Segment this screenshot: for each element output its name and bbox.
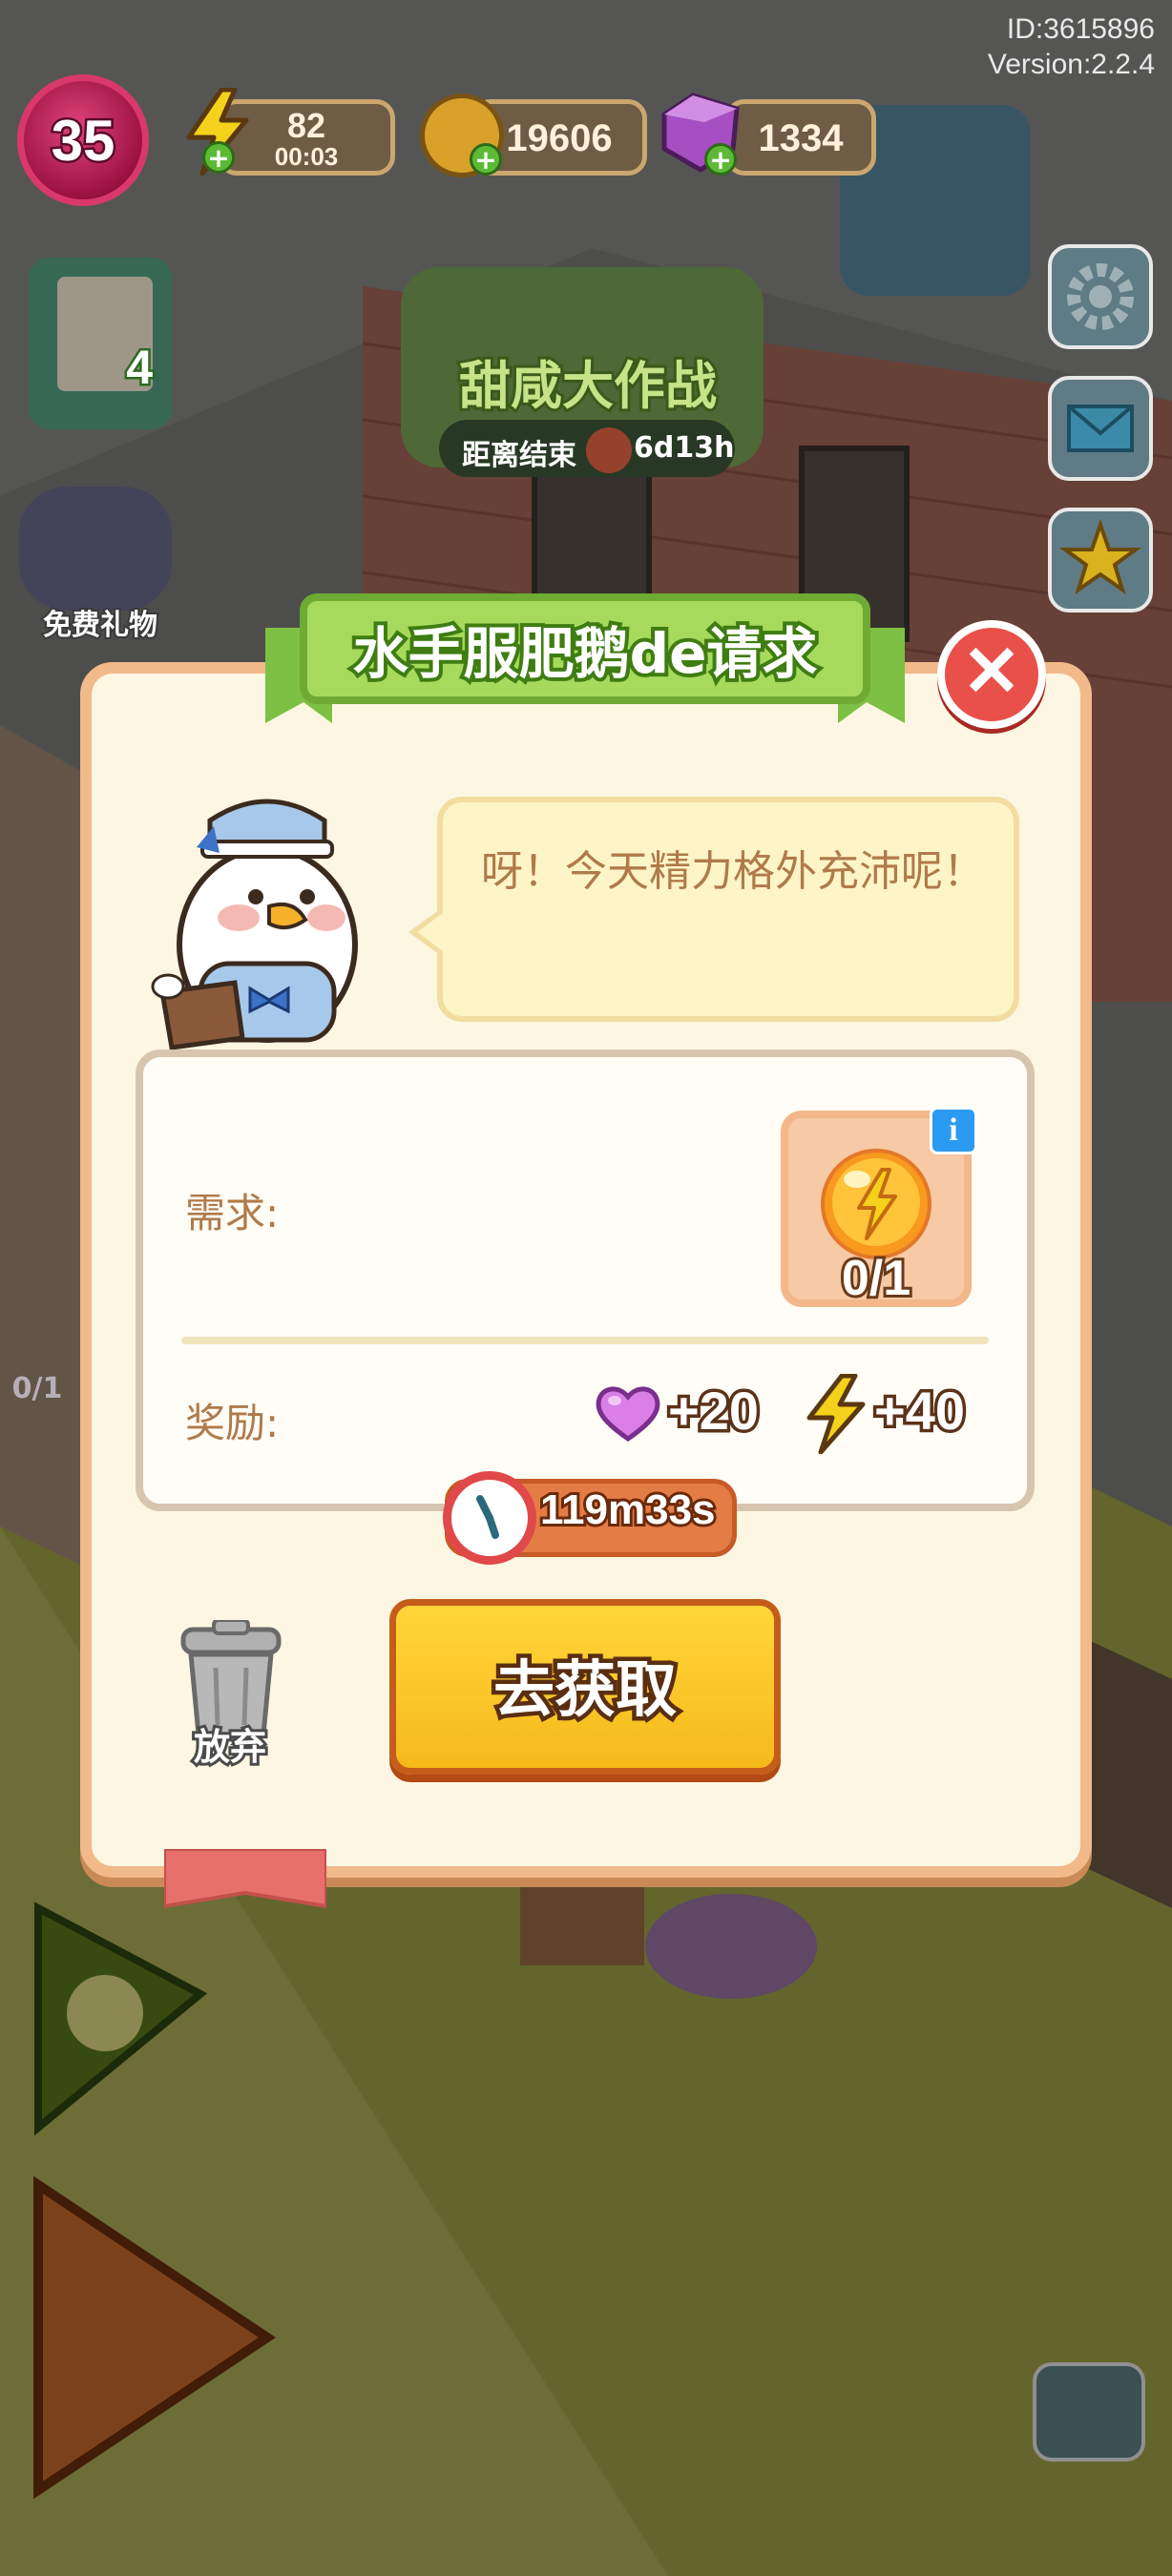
user-id-text: ID:3615896 (1006, 13, 1155, 45)
build-info: ID:3615896 Version:2.2.4 (988, 11, 1155, 82)
event-countdown-label: 距离结束 (462, 439, 576, 472)
gem-value: 1334 (758, 117, 844, 159)
event-title[interactable]: 甜咸大作战 (416, 343, 760, 419)
clover-count: 4 (124, 339, 156, 397)
trophy-button[interactable] (1048, 508, 1153, 613)
version-text: Version:2.2.4 (987, 49, 1155, 80)
panel-divider (181, 1337, 989, 1344)
mail-icon (1067, 405, 1134, 452)
energy-orb-icon (821, 1149, 931, 1259)
close-button[interactable]: ✕ (937, 620, 1046, 729)
bookmark-ribbon (164, 1849, 326, 1908)
popup-title: 水手服肥鹅de请求 (349, 617, 822, 690)
gear-icon (1067, 263, 1134, 330)
discard-label[interactable]: 放弃 (153, 1717, 307, 1771)
sailor-goose-character (151, 799, 358, 1049)
lightning-icon (806, 1374, 866, 1454)
close-icon: ✕ (961, 632, 1021, 711)
gem-counter[interactable]: 1334 (725, 99, 876, 176)
free-gift-label[interactable]: 免费礼物 (10, 601, 191, 644)
player-level-badge[interactable]: 35 (17, 74, 149, 206)
mail-button[interactable] (1048, 376, 1153, 481)
reward-label: 奖励: (185, 1400, 280, 1446)
gem-plus-icon[interactable]: + (704, 143, 737, 176)
requirement-count: 0/1 (839, 1248, 913, 1309)
level-number: 35 (49, 106, 117, 175)
timer-text: 119m33s (537, 1484, 719, 1536)
get-button-label[interactable]: 去获取 (389, 1641, 781, 1731)
heart-reward-amount: +20 (665, 1378, 763, 1444)
clover-task-card[interactable]: 4 (27, 258, 170, 429)
speech-bubble: 呀！今天精力格外充沛呢！ (408, 797, 1019, 1022)
settings-button[interactable] (1048, 244, 1153, 349)
info-icon[interactable]: i (930, 1107, 977, 1154)
requirement-label: 需求: (185, 1190, 280, 1236)
energy-plus-icon[interactable]: + (202, 141, 235, 174)
heart-icon (596, 1386, 660, 1443)
energy-reward-amount: +40 (871, 1378, 969, 1444)
trophy-icon (1058, 518, 1142, 594)
dialogue-text: 呀！今天精力格外充沛呢！ (481, 847, 985, 896)
coin-plus-icon[interactable]: + (470, 143, 502, 176)
background-badge-count: 0/1 (11, 1372, 63, 1405)
clock-icon (443, 1471, 536, 1565)
event-countdown: 6d13h (634, 431, 735, 465)
